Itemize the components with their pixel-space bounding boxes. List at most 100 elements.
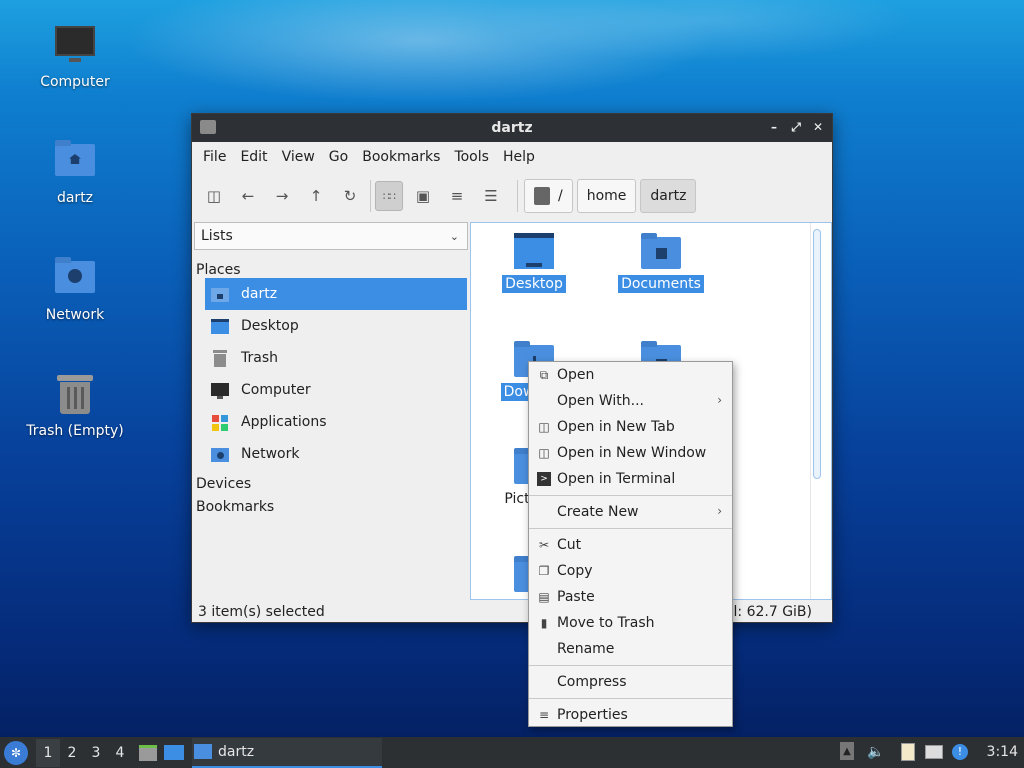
menu-item-move-to-trash[interactable]: ▮ Move to Trash bbox=[529, 610, 732, 636]
menu-file[interactable]: File bbox=[196, 145, 233, 169]
places-header: Places bbox=[196, 262, 241, 278]
place-item-label: Applications bbox=[241, 414, 327, 430]
place-item-desktop[interactable]: Desktop bbox=[205, 310, 467, 342]
menu-item-label: Rename bbox=[557, 641, 615, 657]
path-crumb-dartz[interactable]: dartz bbox=[640, 179, 697, 213]
thumbnail-view-button[interactable]: ▣ bbox=[409, 181, 437, 211]
menu-go[interactable]: Go bbox=[322, 145, 355, 169]
workspace-1[interactable]: 1 bbox=[36, 738, 60, 767]
place-item-applications[interactable]: Applications bbox=[205, 406, 467, 438]
place-item-computer[interactable]: Computer bbox=[205, 374, 467, 406]
maximize-button[interactable]: ⤢ bbox=[788, 119, 804, 135]
menu-item-open-new-tab[interactable]: ◫ Open in New Tab bbox=[529, 414, 732, 440]
side-pane: Lists ⌄ Places dartz Desktop Trash Compu… bbox=[193, 222, 468, 602]
desktop-icon-network[interactable]: Network bbox=[15, 257, 135, 323]
drive-icon bbox=[534, 187, 550, 205]
menu-item-label: Cut bbox=[557, 537, 582, 553]
arrow-up-icon: ↑ bbox=[309, 187, 323, 205]
detailed-view-button[interactable]: ☰ bbox=[477, 181, 505, 211]
taskbar-window-dartz[interactable]: dartz bbox=[192, 737, 382, 768]
arrow-right-icon: → bbox=[275, 187, 289, 205]
menu-divider bbox=[529, 495, 732, 496]
vertical-scrollbar[interactable] bbox=[813, 229, 821, 479]
icon-view-button[interactable]: ∷∷ bbox=[375, 181, 403, 211]
close-button[interactable]: ✕ bbox=[810, 119, 826, 135]
path-crumb-root[interactable]: / bbox=[524, 179, 573, 213]
file-manager-launcher[interactable] bbox=[138, 743, 158, 763]
network-wired-icon[interactable] bbox=[924, 742, 944, 762]
menu-item-rename[interactable]: Rename bbox=[529, 636, 732, 662]
up-button[interactable]: ↑ bbox=[302, 181, 330, 211]
trash-icon: ▮ bbox=[540, 616, 548, 630]
menu-item-label: Open in New Tab bbox=[557, 419, 675, 435]
minimize-button[interactable]: – bbox=[766, 119, 782, 135]
new-tab-button[interactable]: ◫ bbox=[200, 181, 228, 211]
reload-button[interactable]: ↻ bbox=[336, 181, 364, 211]
file-item-documents[interactable]: Documents bbox=[606, 233, 716, 293]
desktop-icon-home[interactable]: dartz bbox=[15, 140, 135, 206]
menu-item-cut[interactable]: ✂ Cut bbox=[529, 532, 732, 558]
back-button[interactable]: ← bbox=[234, 181, 262, 211]
desktop-icon-label: Trash (Empty) bbox=[26, 423, 124, 439]
clipboard-icon[interactable] bbox=[898, 742, 918, 762]
workspace-3[interactable]: 3 bbox=[84, 739, 108, 767]
menu-item-open-terminal[interactable]: > Open in Terminal bbox=[529, 466, 732, 492]
terminal-icon: > bbox=[537, 472, 551, 486]
devices-header: Devices bbox=[196, 476, 252, 492]
menu-divider bbox=[529, 698, 732, 699]
menu-item-compress[interactable]: Compress bbox=[529, 669, 732, 695]
place-item-label: Desktop bbox=[241, 318, 299, 334]
workspace-4[interactable]: 4 bbox=[108, 739, 132, 767]
menu-item-copy[interactable]: ❐ Copy bbox=[529, 558, 732, 584]
path-crumb-home[interactable]: home bbox=[576, 179, 637, 213]
file-item-label: Documents bbox=[618, 275, 704, 293]
side-pane-mode-select[interactable]: Lists ⌄ bbox=[194, 222, 468, 250]
desktop-icon-computer[interactable]: Computer bbox=[15, 24, 135, 90]
trash-icon bbox=[53, 373, 97, 417]
new-window-icon: ◫ bbox=[538, 446, 550, 460]
menu-view[interactable]: View bbox=[275, 145, 322, 169]
desktop-icon-trash[interactable]: Trash (Empty) bbox=[15, 373, 135, 439]
place-item-dartz[interactable]: dartz bbox=[205, 278, 467, 310]
menu-item-open-new-window[interactable]: ◫ Open in New Window bbox=[529, 440, 732, 466]
file-item-label: Desktop bbox=[502, 275, 566, 293]
reload-icon: ↻ bbox=[343, 187, 357, 205]
menu-item-open-with[interactable]: Open With... › bbox=[529, 388, 732, 414]
menu-divider bbox=[529, 528, 732, 529]
file-item-desktop[interactable]: Desktop bbox=[479, 233, 589, 293]
detailed-list-icon: ☰ bbox=[484, 187, 498, 205]
path-crumb-label: / bbox=[558, 188, 563, 204]
image-icon: ▣ bbox=[415, 187, 431, 205]
show-desktop-button[interactable] bbox=[164, 743, 184, 763]
home-folder-icon bbox=[53, 140, 97, 184]
toolbar: ◫ ← → ↑ ↻ ∷∷ ▣ ≡ ☰ / home dartz bbox=[192, 172, 832, 220]
clock[interactable]: 3:14 bbox=[987, 744, 1018, 760]
place-item-network[interactable]: Network bbox=[205, 438, 467, 470]
compact-view-button[interactable]: ≡ bbox=[443, 181, 471, 211]
menu-item-label: Compress bbox=[557, 674, 627, 690]
menu-help[interactable]: Help bbox=[496, 145, 542, 169]
folder-icon bbox=[200, 120, 216, 134]
workspace-2[interactable]: 2 bbox=[60, 739, 84, 767]
volume-icon[interactable]: 🔈 bbox=[866, 742, 886, 762]
menu-item-properties[interactable]: ≡ Properties bbox=[529, 702, 732, 728]
menu-item-label: Open in New Window bbox=[557, 445, 707, 461]
trash-icon bbox=[211, 350, 229, 367]
window-titlebar[interactable]: dartz – ⤢ ✕ bbox=[192, 114, 832, 142]
open-icon: ⧉ bbox=[539, 368, 549, 382]
menu-item-create-new[interactable]: Create New › bbox=[529, 499, 732, 525]
menu-item-open[interactable]: ⧉ Open bbox=[529, 362, 732, 388]
menu-tools[interactable]: Tools bbox=[447, 145, 496, 169]
start-menu-button[interactable]: ✼ bbox=[4, 740, 28, 765]
toolbar-divider bbox=[517, 180, 518, 212]
eject-icon[interactable]: ▲ bbox=[840, 742, 854, 760]
place-item-trash[interactable]: Trash bbox=[205, 342, 467, 374]
menu-item-label: Paste bbox=[557, 589, 595, 605]
menu-edit[interactable]: Edit bbox=[233, 145, 274, 169]
copy-icon: ❐ bbox=[538, 564, 550, 578]
menu-bookmarks[interactable]: Bookmarks bbox=[355, 145, 447, 169]
notification-icon[interactable]: ! bbox=[950, 742, 970, 762]
properties-icon: ≡ bbox=[538, 708, 550, 722]
forward-button[interactable]: → bbox=[268, 181, 296, 211]
menu-item-paste[interactable]: ▤ Paste bbox=[529, 584, 732, 610]
